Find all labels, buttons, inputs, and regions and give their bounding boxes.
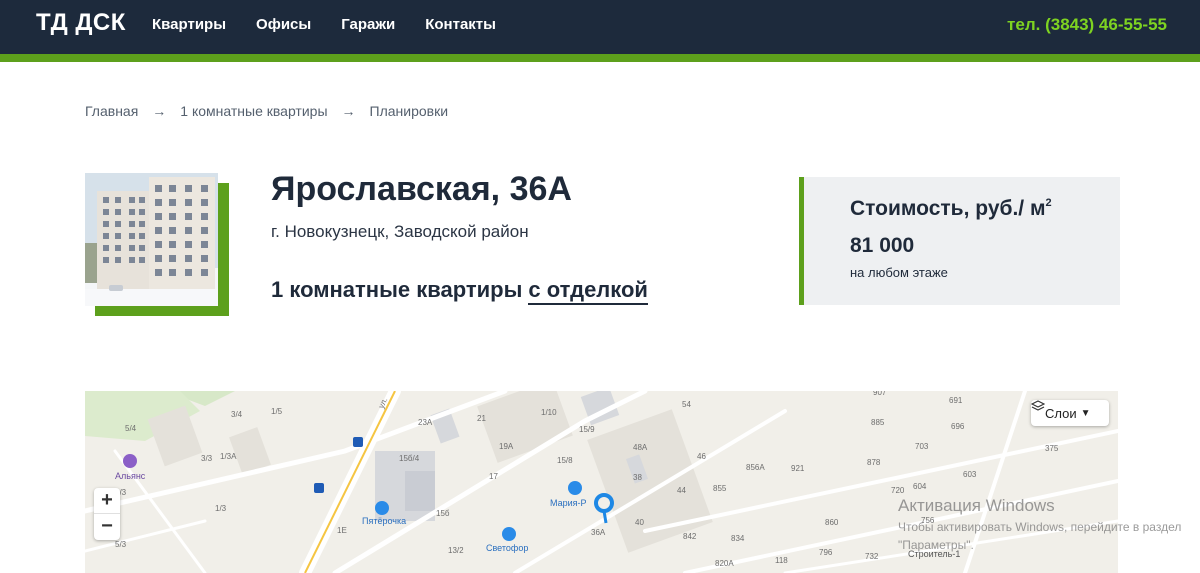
building-photo-frame — [85, 173, 229, 316]
house-label: 696 — [951, 422, 965, 431]
apartment-type-line: 1 комнатные квартиры с отделкой — [271, 277, 648, 305]
nav-contacts[interactable]: Контакты — [425, 16, 496, 33]
finish-type-link[interactable]: с отделкой — [528, 277, 648, 305]
breadcrumb-arrow-icon: → — [341, 103, 356, 119]
nav-garages[interactable]: Гаражи — [341, 16, 395, 33]
house-label: 17 — [489, 472, 498, 481]
building-illustration — [85, 173, 218, 306]
breadcrumb-home[interactable]: Главная — [85, 103, 138, 119]
layers-label: Слои — [1045, 405, 1077, 421]
house-label: 860 — [825, 518, 839, 527]
house-label: 5/4 — [125, 424, 137, 433]
zoom-in-button[interactable]: + — [94, 488, 120, 514]
house-label: 907 — [873, 391, 887, 397]
phone-number[interactable]: тел. (3843) 46-55-55 — [1007, 15, 1167, 35]
poi-mariya[interactable]: Мария-Р — [550, 481, 587, 508]
breadcrumb-one-room[interactable]: 1 комнатные квартиры — [180, 103, 327, 119]
house-label: 604 — [913, 482, 927, 491]
building-address: г. Новокузнецк, Заводской район — [271, 222, 529, 241]
house-label: 1Е — [337, 526, 347, 535]
poi-alliance-label: Альянс — [115, 471, 146, 481]
house-label: 36А — [591, 528, 606, 537]
house-label: 855 — [713, 484, 727, 493]
site-logo[interactable]: ТД ДСК — [36, 9, 126, 37]
house-label: 796 — [819, 548, 833, 557]
windows-activation-title: Активация Windows — [898, 496, 1055, 515]
house-label: 15б — [436, 509, 450, 518]
house-label: 856А — [746, 463, 765, 472]
chevron-down-icon: ▼ — [1080, 407, 1091, 419]
poi-svetofor-label: Светофор — [486, 543, 528, 553]
main-nav: Квартиры Офисы Гаражи Контакты — [152, 16, 496, 33]
house-label: 21 — [477, 414, 486, 423]
apartment-type-text: 1 комнатные квартиры — [271, 277, 523, 302]
location-pin-icon[interactable] — [594, 493, 614, 524]
house-label: 5/3 — [115, 540, 127, 549]
poi-svetofor[interactable]: Светофор — [486, 527, 528, 553]
layers-icon — [1031, 400, 1045, 411]
house-label: 44 — [677, 486, 686, 495]
house-label: 3/3 — [201, 454, 213, 463]
house-label: 1/10 — [541, 408, 557, 417]
house-label: 40 — [635, 518, 644, 527]
price-note: на любом этаже — [850, 265, 948, 280]
price-label: Стоимость, руб./ м2 — [850, 197, 1052, 221]
house-label: 691 — [949, 396, 963, 405]
breadcrumb-arrow-icon: → — [152, 103, 167, 119]
house-label: 54 — [682, 400, 691, 409]
house-label: 15б/4 — [399, 454, 420, 463]
house-label: 15/9 — [579, 425, 595, 434]
price-value: 81 000 — [850, 234, 915, 257]
house-label: 1/3А — [220, 452, 237, 461]
house-label: 19А — [499, 442, 514, 451]
map-zoom-control: + − — [94, 488, 120, 540]
house-label: 46 — [697, 452, 706, 461]
price-box: Стоимость, руб./ м2 81 000 на любом этаж… — [799, 177, 1120, 305]
house-label: 118 — [775, 556, 788, 565]
house-label: 703 — [915, 442, 929, 451]
poi-mariya-label: Мария-Р — [550, 498, 587, 508]
house-label: 878 — [867, 458, 881, 467]
house-label: 842 — [683, 532, 697, 541]
house-label: 603 — [963, 470, 977, 479]
top-navigation-bar: ТД ДСК Квартиры Офисы Гаражи Контакты те… — [0, 0, 1200, 54]
house-label: 732 — [865, 552, 879, 561]
price-label-text: Стоимость, руб./ м — [850, 197, 1046, 220]
house-label: 921 — [791, 464, 805, 473]
house-label: 38 — [633, 473, 642, 482]
house-label: 1/3 — [215, 504, 227, 513]
zoom-out-button[interactable]: − — [94, 514, 120, 540]
house-label: 834 — [731, 534, 745, 543]
nav-apartments[interactable]: Квартиры — [152, 16, 226, 33]
house-label: 1/5 — [271, 407, 283, 416]
price-label-sup: 2 — [1045, 197, 1052, 209]
house-label: 885 — [871, 418, 885, 427]
house-label: 13/2 — [448, 546, 464, 555]
header-accent-line — [0, 54, 1200, 62]
breadcrumb-current: Планировки — [369, 103, 449, 119]
nav-offices[interactable]: Офисы — [256, 16, 311, 33]
building-photo — [85, 173, 218, 306]
breadcrumb: Главная → 1 комнатные квартиры → Планиро… — [85, 103, 448, 119]
poi-pyaterochka-label: Пятёрочка — [362, 516, 406, 526]
house-label: 15/8 — [557, 456, 573, 465]
windows-activation-text: Чтобы активировать Windows, перейдите в … — [898, 520, 1182, 552]
house-label: 48А — [633, 443, 648, 452]
map-layers-button[interactable]: Слои ▼ — [1031, 400, 1109, 426]
house-label: 720 — [891, 486, 905, 495]
house-label: 820А — [715, 559, 734, 568]
house-label: 23А — [418, 418, 433, 427]
house-label: 3/4 — [231, 410, 243, 419]
house-label: 375 — [1045, 444, 1059, 453]
building-title: Ярославская, 36А — [271, 170, 572, 208]
